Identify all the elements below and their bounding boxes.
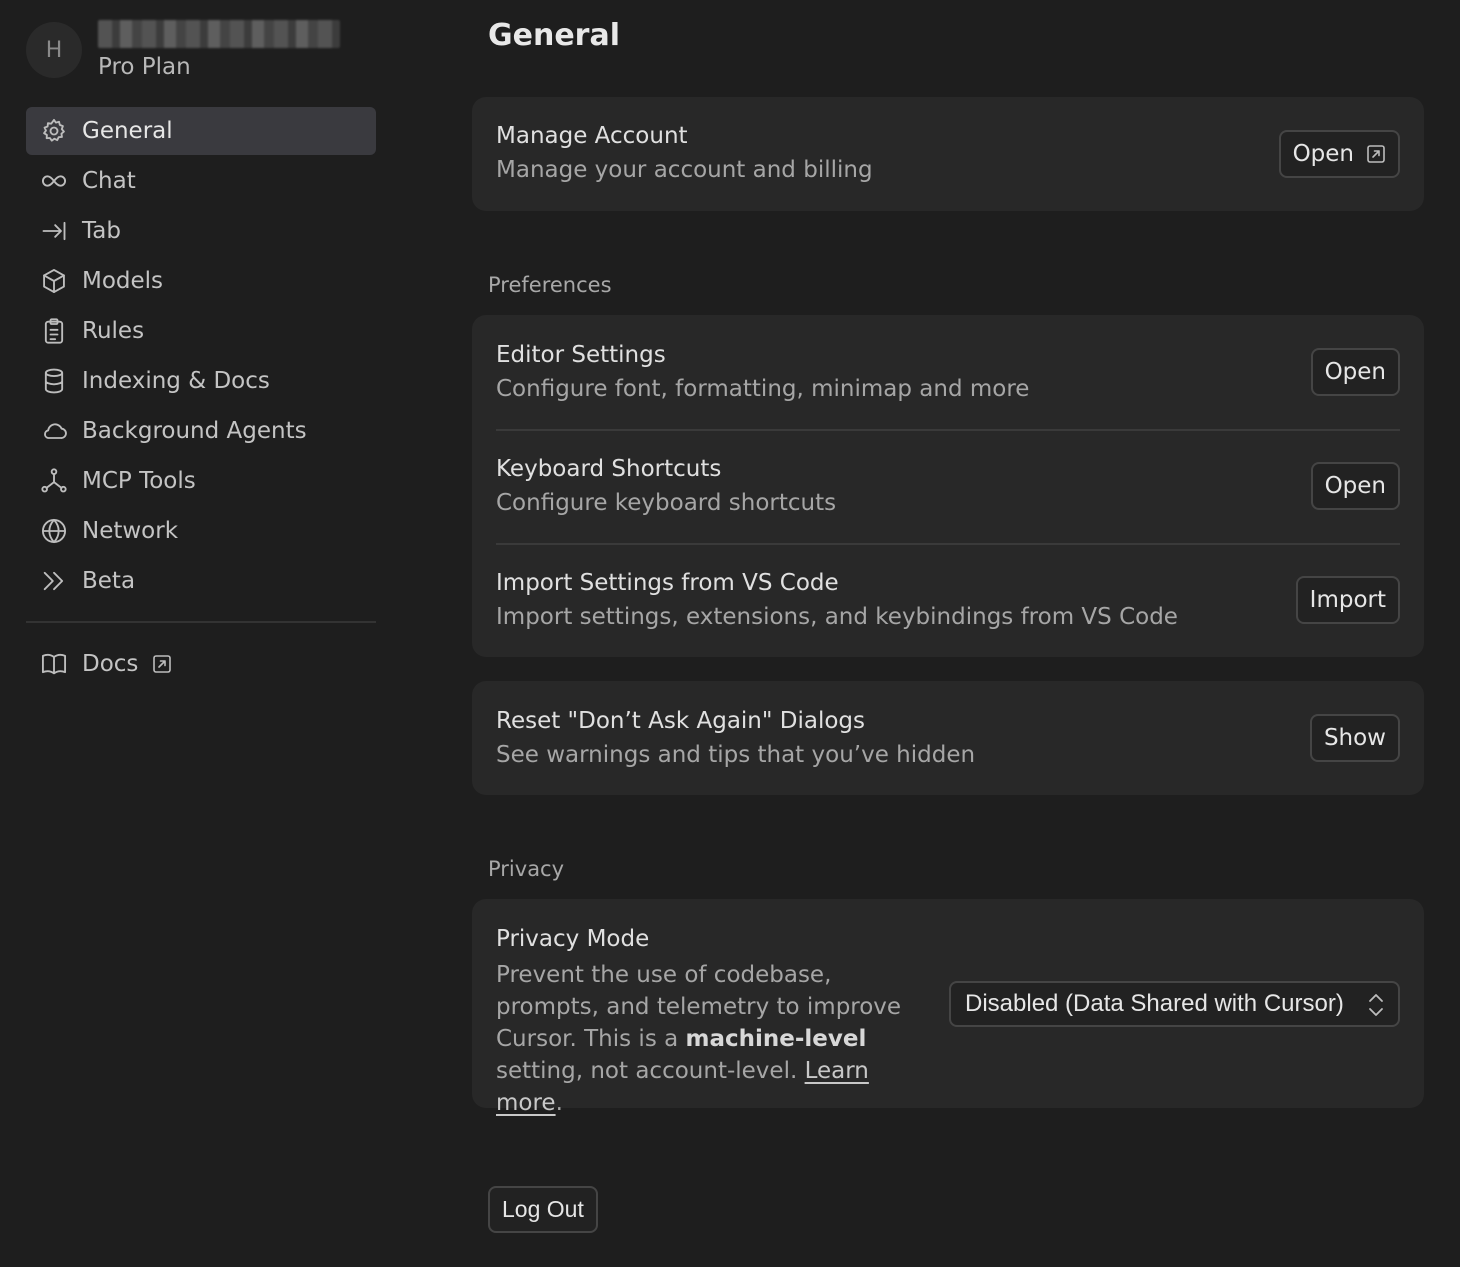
sidebar-item-label: Network [82, 518, 179, 544]
row-divider [496, 429, 1400, 431]
sidebar-item-label: Indexing & Docs [82, 368, 270, 394]
sidebar-item-label: Rules [82, 318, 145, 344]
keyboard-shortcuts-open-button[interactable]: Open [1310, 462, 1400, 510]
editor-settings-title: Editor Settings [496, 342, 666, 368]
row-divider [496, 543, 1400, 545]
external-link-icon [1366, 144, 1386, 164]
sidebar-item-label: MCP Tools [82, 468, 196, 494]
sidebar-item-label: General [82, 118, 173, 144]
globe-icon [40, 517, 68, 545]
reset-dialogs-desc: See warnings and tips that you’ve hidden [496, 742, 976, 768]
sidebar-item-label: Docs [82, 651, 139, 677]
sidebar: H Pro Plan General Chat Tab Models Rules… [0, 0, 400, 1267]
database-icon [40, 367, 68, 395]
manage-account-open-button[interactable]: Open [1278, 130, 1400, 178]
button-label: Open [1292, 141, 1354, 167]
manage-account-title: Manage Account [496, 123, 688, 149]
sidebar-item-network[interactable]: Network [26, 507, 376, 555]
sidebar-item-background-agents[interactable]: Background Agents [26, 407, 376, 455]
editor-settings-open-button[interactable]: Open [1310, 348, 1400, 396]
import-vscode-button[interactable]: Import [1295, 576, 1400, 624]
sidebar-item-beta[interactable]: Beta [26, 557, 376, 605]
avatar: H [26, 22, 82, 78]
logout-button[interactable]: Log Out [488, 1186, 598, 1233]
page-title: General [488, 18, 620, 53]
nodes-icon [40, 467, 68, 495]
privacy-mode-select[interactable]: Disabled (Data Shared with Cursor) [949, 981, 1400, 1027]
sidebar-item-label: Beta [82, 568, 136, 594]
sidebar-item-docs[interactable]: Docs [26, 640, 376, 688]
manage-account-desc: Manage your account and billing [496, 157, 873, 183]
sidebar-item-indexing-docs[interactable]: Indexing & Docs [26, 357, 376, 405]
sidebar-item-tab[interactable]: Tab [26, 207, 376, 255]
reset-dialogs-title: Reset "Don’t Ask Again" Dialogs [496, 708, 866, 734]
privacy-desc-text: setting, not account-level. [496, 1058, 805, 1084]
sidebar-item-label: Models [82, 268, 164, 294]
keyboard-shortcuts-title: Keyboard Shortcuts [496, 456, 722, 482]
sidebar-nav: General Chat Tab Models Rules Indexing &… [26, 107, 376, 607]
user-profile: H Pro Plan [26, 20, 386, 82]
privacy-desc-period: . [555, 1090, 563, 1116]
username-blurred [98, 20, 340, 48]
import-vscode-desc: Import settings, extensions, and keybind… [496, 604, 1178, 630]
preferences-section-label: Preferences [488, 273, 612, 297]
sidebar-item-models[interactable]: Models [26, 257, 376, 305]
reset-dialogs-card: Reset "Don’t Ask Again" Dialogs See warn… [472, 681, 1424, 795]
sidebar-divider [26, 621, 376, 623]
infinity-icon [40, 167, 68, 195]
sidebar-item-label: Chat [82, 168, 136, 194]
select-value: Disabled (Data Shared with Cursor) [965, 990, 1344, 1017]
preferences-card: Editor Settings Configure font, formatti… [472, 315, 1424, 657]
cube-icon [40, 267, 68, 295]
sidebar-item-label: Background Agents [82, 418, 307, 444]
sidebar-item-label: Tab [82, 218, 121, 244]
privacy-mode-desc: Prevent the use of codebase, prompts, an… [496, 959, 916, 1119]
cloud-icon [40, 417, 68, 445]
external-link-icon [152, 654, 172, 674]
reset-dialogs-show-button[interactable]: Show [1309, 714, 1400, 762]
keyboard-shortcuts-desc: Configure keyboard shortcuts [496, 490, 837, 516]
import-vscode-title: Import Settings from VS Code [496, 570, 839, 596]
editor-settings-desc: Configure font, formatting, minimap and … [496, 376, 1030, 402]
gear-icon [40, 117, 68, 145]
account-card: Manage Account Manage your account and b… [472, 97, 1424, 211]
sidebar-item-general[interactable]: General [26, 107, 376, 155]
sidebar-item-rules[interactable]: Rules [26, 307, 376, 355]
clipboard-icon [40, 317, 68, 345]
tab-arrow-icon [40, 217, 68, 245]
chevron-up-down-icon [1364, 991, 1388, 1019]
double-chevron-icon [40, 567, 68, 595]
sidebar-item-mcp-tools[interactable]: MCP Tools [26, 457, 376, 505]
privacy-section-label: Privacy [488, 857, 565, 881]
plan-label: Pro Plan [98, 54, 191, 80]
privacy-card: Privacy Mode Prevent the use of codebase… [472, 899, 1424, 1116]
sidebar-item-chat[interactable]: Chat [26, 157, 376, 205]
book-icon [40, 650, 68, 678]
privacy-mode-title: Privacy Mode [496, 926, 650, 952]
privacy-desc-bold: machine-level [685, 1026, 867, 1052]
